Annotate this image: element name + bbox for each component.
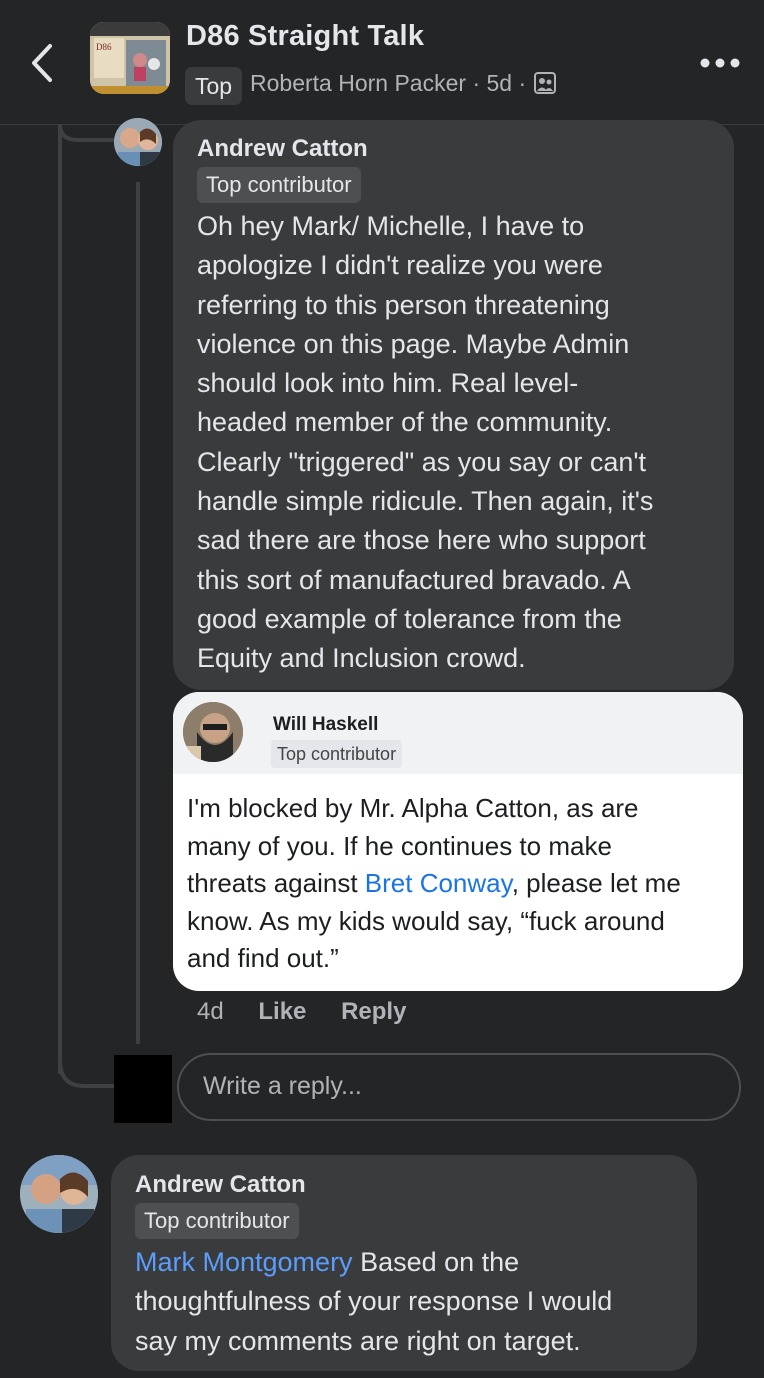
comment-line: say my comments are right on target. [135, 1325, 581, 1356]
top-badge: Top [185, 67, 243, 105]
svg-text:D86: D86 [96, 42, 112, 52]
separator-dot: · [518, 70, 527, 96]
avatar[interactable] [20, 1155, 98, 1233]
thread-elbow-bottom [58, 1060, 118, 1088]
avatar-photo [114, 118, 162, 166]
mention-link[interactable]: Mark Montgomery [135, 1247, 353, 1277]
comment-line: headed member of the community. [197, 407, 613, 438]
comment-line: Equity and Inclusion crowd. [197, 643, 526, 674]
comment-line: violence on this page. Maybe Admin [197, 328, 630, 359]
write-reply-input[interactable]: Write a reply... [177, 1053, 741, 1121]
comment-line: this sort of manufactured bravado. A [197, 564, 631, 595]
comment-line: thoughtfulness of your response I would [135, 1286, 613, 1317]
comment-time: 4d [197, 998, 224, 1025]
comment-line: Clearly "triggered" as you say or can't [197, 446, 647, 477]
avatar[interactable] [114, 118, 162, 166]
screenshot-line: threats against Bret Conway, please let … [187, 865, 681, 903]
screenshot-line: know. As my kids would say, “fuck around [187, 905, 665, 936]
post-author[interactable]: Roberta Horn Packer [250, 70, 466, 96]
screenshot-header [173, 692, 743, 774]
reply-placeholder: Write a reply... [203, 1072, 362, 1100]
avatar-photo [20, 1155, 98, 1233]
top-bar: D86 D86 Straight Talk Top Roberta Horn P… [0, 0, 764, 125]
redacted-avatar [114, 1055, 172, 1123]
thread-line-outer [58, 124, 62, 1074]
screenshot-avatar-photo [183, 702, 243, 762]
like-button[interactable]: Like [258, 998, 306, 1025]
screenshot-text: I'm blocked by Mr. Alpha Catton, as are … [187, 790, 681, 978]
comment-line: apologize I didn't realize you were [197, 250, 603, 281]
screenshot-contributor-badge: Top contributor [271, 740, 403, 768]
comment-line: Mark Montgomery Based on the [135, 1243, 612, 1282]
audience-group-icon [533, 72, 556, 94]
screenshot-author: Will Haskell [273, 714, 379, 735]
comment-line: Oh hey Mark/ Michelle, I have to [197, 211, 585, 241]
top-contributor-badge: Top contributor [197, 167, 361, 203]
screenshot-line: many of you. If he continues to make [187, 830, 612, 861]
thread-elbow-top [58, 124, 114, 142]
comment-line: referring to this person threatening [197, 289, 610, 320]
back-arrow-icon[interactable] [26, 40, 66, 86]
thread-line-inner [136, 182, 140, 1044]
top-contributor-badge: Top contributor [135, 1203, 299, 1239]
comment-author[interactable]: Andrew Catton [135, 1171, 306, 1199]
screenshot-text-segment: threats against [187, 868, 365, 898]
screenshot-avatar [183, 702, 243, 762]
post-age: 5d [486, 70, 513, 96]
comment-line: handle simple ridicule. Then again, it's [197, 486, 654, 517]
attached-screenshot-image[interactable]: Will Haskell Top contributor I'm blocked… [173, 692, 743, 991]
comment-text: Oh hey Mark/ Michelle, I have to apologi… [197, 207, 653, 679]
screenshot-text-segment: , please let me [511, 868, 681, 898]
group-name[interactable]: D86 Straight Talk [186, 20, 424, 53]
post-meta: Roberta Horn Packer · 5d · [250, 68, 557, 98]
screenshot-line: I'm blocked by Mr. Alpha Catton, as are [187, 793, 639, 823]
screenshot-line: and find out.” [187, 943, 339, 973]
comment-line: sad there are those here who support [197, 525, 646, 556]
comment-line: good example of tolerance from the [197, 603, 622, 634]
separator-dot: · [472, 70, 481, 96]
comment-text-segment: Based on the [352, 1247, 520, 1277]
screenshot-mention: Bret Conway [364, 868, 512, 898]
comment-line: should look into him. Real level- [197, 368, 579, 399]
group-cover-image: D86 [90, 22, 170, 94]
group-cover-thumbnail[interactable]: D86 [90, 22, 170, 94]
comment-text: Mark Montgomery Based on the thoughtfuln… [135, 1243, 612, 1361]
more-options-icon[interactable] [698, 56, 742, 70]
comment-author[interactable]: Andrew Catton [197, 135, 368, 163]
comment-actions: 4d Like Reply [197, 998, 434, 1026]
reply-button[interactable]: Reply [341, 998, 406, 1025]
